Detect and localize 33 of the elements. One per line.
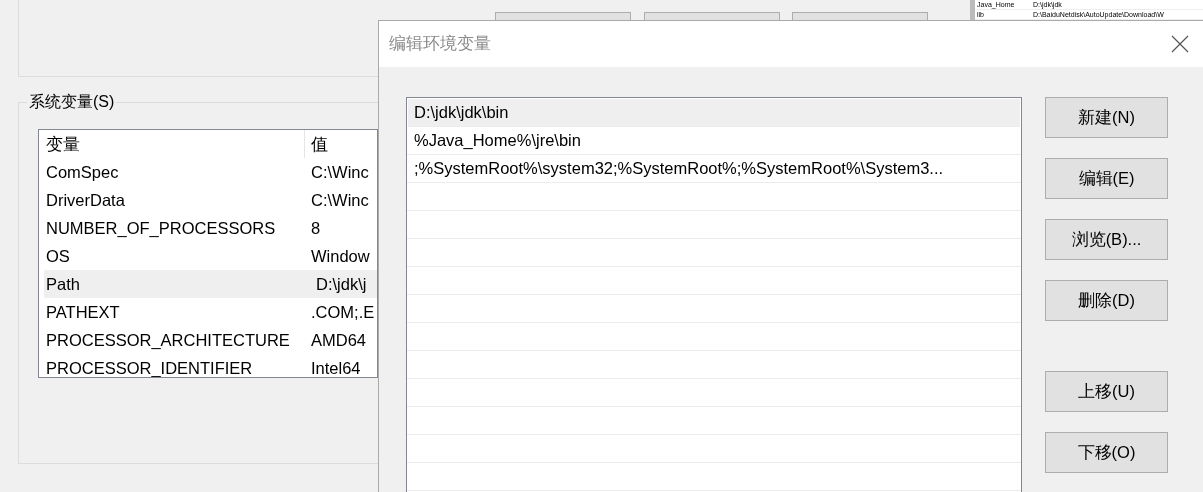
button[interactable]: 上移(U) <box>1045 371 1168 412</box>
window-title: 编辑环境变量 <box>389 33 491 56</box>
table-cell-text: Path <box>45 273 81 295</box>
button[interactable]: 下移(O) <box>1045 432 1168 473</box>
table-cell-text: OS <box>45 245 71 267</box>
button[interactable] <box>495 12 631 20</box>
list-item[interactable]: ;%SystemRoot%\system32;%SystemRoot%;%SystemRoot%\System3... <box>407 155 1021 183</box>
close-icon[interactable] <box>1171 35 1189 53</box>
table-cell-text: Window <box>310 245 370 267</box>
table-cell-text: PATHEXT <box>45 301 121 323</box>
button[interactable] <box>792 12 928 20</box>
group-title: 系统变量(S) <box>27 91 117 113</box>
column-header[interactable]: 变量 <box>39 130 305 158</box>
button[interactable]: 删除(D) <box>1045 280 1168 321</box>
list-item[interactable]: %Java_Home%\jre\bin <box>407 127 1021 155</box>
table-cell-text: AMD64 <box>310 329 367 351</box>
table-cell-text: DriverData <box>45 189 126 211</box>
table-cell-text: PROCESSOR_IDENTIFIER <box>45 357 254 377</box>
table-cell-text: Intel64 <box>310 357 361 377</box>
table-cell-text: D:\jdk\j <box>315 273 367 295</box>
table-cell-text: PROCESSOR_ARCHITECTURE <box>45 329 291 351</box>
button[interactable]: 新建(N) <box>1045 97 1168 138</box>
button[interactable]: 编辑(E) <box>1045 158 1168 199</box>
table-cell-text: ComSpec <box>45 161 120 183</box>
table-cell-text: C:\Winc <box>310 189 369 211</box>
button[interactable]: 浏览(B)... <box>1045 219 1168 260</box>
table-cell-text: 8 <box>310 217 321 239</box>
list-item[interactable]: D:\jdk\jdk\bin <box>408 99 1020 127</box>
table-cell-text: NUMBER_OF_PROCESSORS <box>45 217 277 239</box>
column-header[interactable]: 值 <box>305 131 328 157</box>
table-cell-text: .COM;.E <box>310 301 375 323</box>
button[interactable] <box>644 12 780 20</box>
table-cell-text: C:\Winc <box>310 161 369 183</box>
